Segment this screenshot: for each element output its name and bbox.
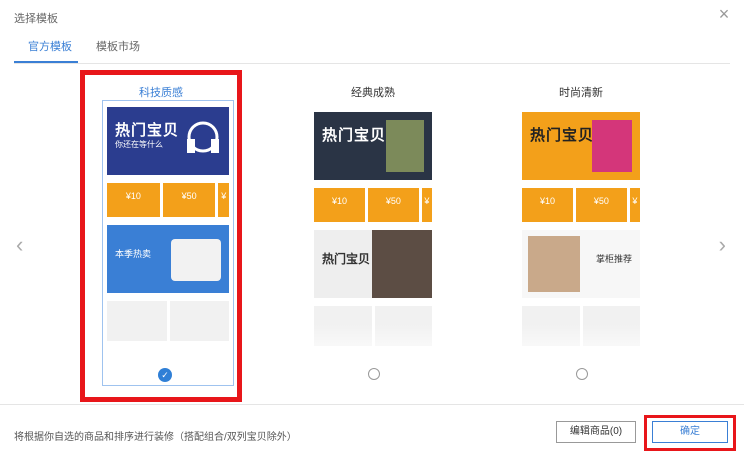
template-label: 经典成熟 xyxy=(351,87,395,99)
coupon-more: ¥ xyxy=(629,188,640,222)
headphones-icon xyxy=(187,121,219,153)
product-thumb xyxy=(107,301,167,341)
coupon-50: ¥50 xyxy=(575,188,627,222)
template-radio[interactable] xyxy=(368,368,380,380)
footer-note: 将根据你自选的商品和排序进行装修（搭配组合/双列宝贝除外） xyxy=(14,432,297,443)
product-row xyxy=(107,301,229,341)
template-card-fresh[interactable]: 时尚清新 热门宝贝 ¥10 ¥50 ¥ 掌柜推荐 xyxy=(506,70,656,400)
template-card-classic[interactable]: 经典成熟 热门宝贝 ¥10 ¥50 ¥ 热门宝贝 xyxy=(298,70,448,400)
preview-banner: 热门宝贝 你还在等什么 xyxy=(107,107,229,175)
model-photo xyxy=(386,120,424,172)
coupon-10: ¥10 xyxy=(107,183,160,217)
tab-official-templates[interactable]: 官方模板 xyxy=(14,38,78,63)
coupon-10: ¥10 xyxy=(522,188,573,222)
chevron-right-icon[interactable]: › xyxy=(719,232,726,258)
block-title: 本季热卖 xyxy=(115,249,152,259)
model-photo xyxy=(528,236,580,292)
coupon-50: ¥50 xyxy=(367,188,419,222)
coupon-50: ¥50 xyxy=(162,183,216,217)
close-icon[interactable]: × xyxy=(714,4,734,24)
block-title: 热门宝贝 xyxy=(322,252,371,266)
template-label: 时尚清新 xyxy=(559,87,603,99)
bag-photo xyxy=(592,120,632,172)
chevron-left-icon[interactable]: ‹ xyxy=(16,232,23,258)
coupon-more: ¥ xyxy=(421,188,432,222)
product-thumb xyxy=(169,301,229,341)
preview-banner: 热门宝贝 xyxy=(522,112,640,180)
template-card-tech[interactable]: 科技质感 热门宝贝 你还在等什么 ¥10 ¥50 ¥ 本季热卖 ✓ xyxy=(86,70,236,400)
preview-fade xyxy=(310,324,436,364)
banner-title: 热门宝贝 xyxy=(322,127,387,144)
template-preview[interactable]: 热门宝贝 ¥10 ¥50 ¥ 掌柜推荐 xyxy=(518,106,644,364)
preview-block: 热门宝贝 xyxy=(314,230,432,298)
block-title: 掌柜推荐 xyxy=(595,254,632,264)
coupon-10: ¥10 xyxy=(314,188,365,222)
template-preview[interactable]: 热门宝贝 ¥10 ¥50 ¥ 热门宝贝 xyxy=(310,106,436,364)
banner-title: 热门宝贝 xyxy=(530,127,595,144)
banner-subtitle: 你还在等什么 xyxy=(115,140,163,149)
preview-fade xyxy=(518,324,644,364)
coupon-row: ¥10 ¥50 ¥ xyxy=(314,188,432,222)
toaster-image xyxy=(171,239,221,281)
confirm-button[interactable]: 确定 xyxy=(652,421,728,443)
banner-title: 热门宝贝 xyxy=(115,122,180,139)
tab-bar: 官方模板 模板市场 xyxy=(14,36,730,64)
coupon-row: ¥10 ¥50 ¥ xyxy=(522,188,640,222)
dialog-title: 选择模板 xyxy=(14,13,58,25)
preview-banner: 热门宝贝 xyxy=(314,112,432,180)
preview-block: 本季热卖 xyxy=(107,225,229,293)
edit-products-button[interactable]: 编辑商品(0) xyxy=(556,421,636,443)
coupon-more: ¥ xyxy=(218,183,230,217)
dialog-footer: 将根据你自选的商品和排序进行装修（搭配组合/双列宝贝除外） 编辑商品(0) 确定 xyxy=(0,404,744,460)
preview-block: 掌柜推荐 xyxy=(522,230,640,298)
model-photo xyxy=(372,230,432,298)
tab-template-market[interactable]: 模板市场 xyxy=(96,38,140,54)
coupon-row: ¥10 ¥50 ¥ xyxy=(107,183,230,217)
template-radio[interactable] xyxy=(576,368,588,380)
selected-check-icon[interactable]: ✓ xyxy=(158,368,172,382)
template-label: 科技质感 xyxy=(139,87,183,99)
template-preview[interactable]: 热门宝贝 你还在等什么 ¥10 ¥50 ¥ 本季热卖 xyxy=(102,100,234,386)
template-picker-dialog: 选择模板 × 官方模板 模板市场 ‹ › 科技质感 热门宝贝 你还在等什么 ¥1… xyxy=(0,0,744,460)
